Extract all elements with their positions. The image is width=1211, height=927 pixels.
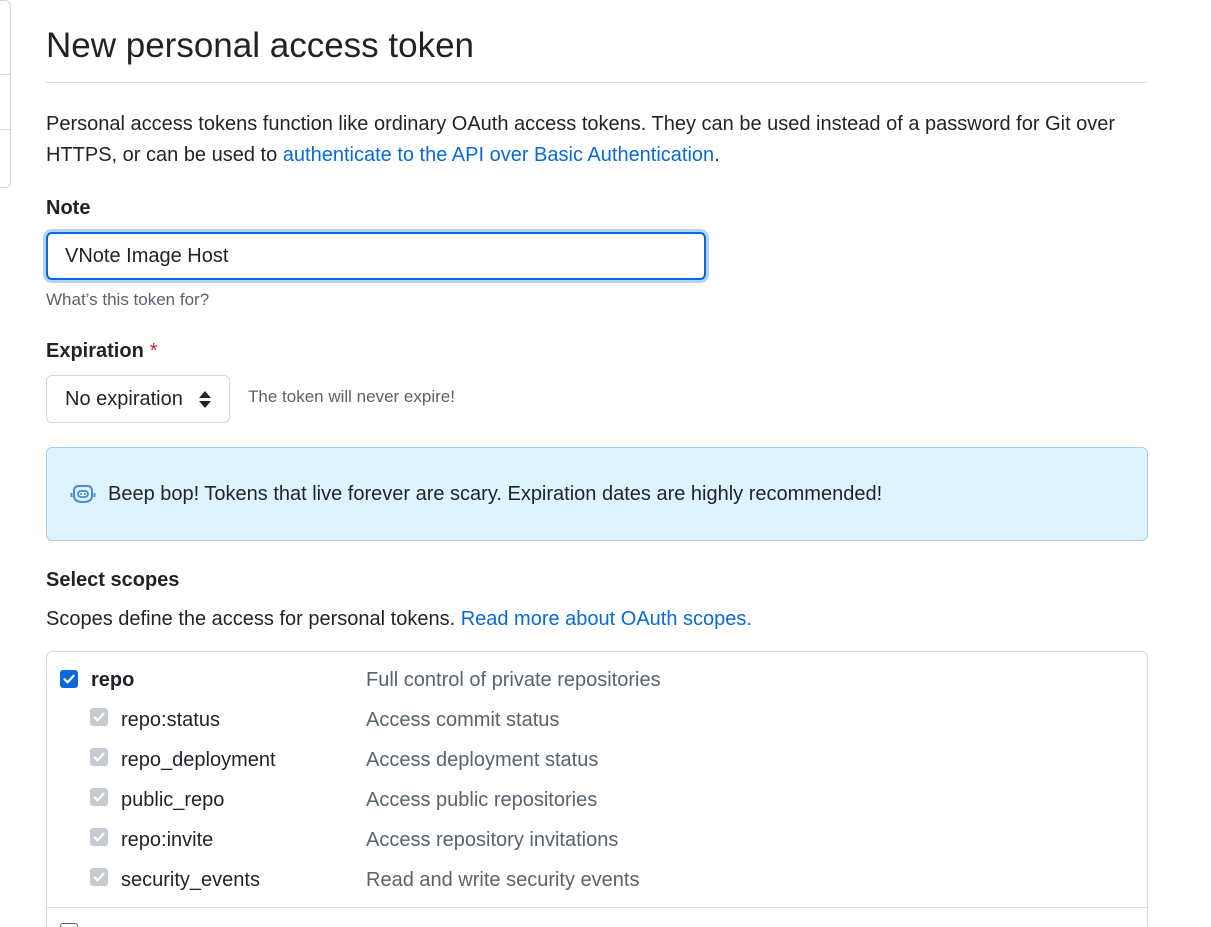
sidebar-divider xyxy=(0,129,10,130)
scope-name: public_repo xyxy=(121,789,225,811)
scope-row-public-repo: public_repo Access public repositories xyxy=(47,781,1147,821)
expiration-selected-value: No expiration xyxy=(65,387,183,410)
expiration-select[interactable]: No expiration xyxy=(46,375,230,423)
scope-row-repo: repo Full control of private repositorie… xyxy=(47,661,1147,701)
basic-auth-link[interactable]: authenticate to the API over Basic Authe… xyxy=(283,144,714,166)
scope-row-security-events: security_events Read and write security … xyxy=(47,861,1147,901)
select-chevron-icon xyxy=(199,390,211,408)
scopes-description: Scopes define the access for personal to… xyxy=(46,608,752,631)
repo-deployment-checkbox xyxy=(90,748,108,766)
note-label: Note xyxy=(46,197,91,219)
repo-invite-checkbox xyxy=(90,828,108,846)
scope-description: Full control of private repositories xyxy=(366,669,661,691)
required-mark: * xyxy=(149,340,158,362)
note-hint: What’s this token for? xyxy=(46,290,210,309)
repo-checkbox[interactable] xyxy=(60,670,78,688)
scope-name: repo:invite xyxy=(121,829,214,851)
expiration-label-text: Expiration xyxy=(46,340,144,362)
repo-status-checkbox xyxy=(90,708,108,726)
scope-description: Access commit status xyxy=(366,709,560,731)
scope-name: security_events xyxy=(121,869,260,891)
scopes-list: repo Full control of private repositorie… xyxy=(46,651,1148,927)
next-scope-checkbox[interactable] xyxy=(60,923,78,927)
sidebar-divider xyxy=(0,74,10,75)
expiration-warning-banner: Beep bop! Tokens that live forever are s… xyxy=(46,447,1148,541)
scope-name: repo:status xyxy=(121,709,220,731)
intro-end: . xyxy=(714,144,720,166)
warning-message: Beep bop! Tokens that live forever are s… xyxy=(108,482,883,505)
scope-description: Access repository invitations xyxy=(366,829,619,851)
scope-row-repo-deployment: repo_deployment Access deployment status xyxy=(47,741,1147,781)
expiration-label: Expiration * xyxy=(46,340,158,363)
scope-description: Read and write security events xyxy=(366,869,640,891)
copilot-bot-icon xyxy=(70,483,96,505)
scope-row-repo-status: repo:status Access commit status xyxy=(47,701,1147,741)
note-input[interactable] xyxy=(46,232,706,280)
security-events-checkbox xyxy=(90,868,108,886)
scope-name: repo_deployment xyxy=(121,749,276,771)
scope-row-repo-invite: repo:invite Access repository invitation… xyxy=(47,821,1147,861)
scope-description: Access deployment status xyxy=(366,749,599,771)
public-repo-checkbox xyxy=(90,788,108,806)
scope-group-divider xyxy=(47,907,1147,908)
scopes-description-text: Scopes define the access for personal to… xyxy=(46,608,461,630)
title-divider xyxy=(46,82,1148,83)
intro-paragraph: Personal access tokens function like ord… xyxy=(46,109,1148,171)
expiration-note: The token will never expire! xyxy=(248,387,455,406)
sidebar-edge xyxy=(0,0,11,188)
oauth-scopes-link[interactable]: Read more about OAuth scopes. xyxy=(461,608,752,630)
page: New personal access token Personal acces… xyxy=(0,0,1211,927)
select-scopes-heading: Select scopes xyxy=(46,569,180,591)
scope-description: Access public repositories xyxy=(366,789,598,811)
scope-name: repo xyxy=(91,669,135,691)
page-title: New personal access token xyxy=(46,26,474,65)
